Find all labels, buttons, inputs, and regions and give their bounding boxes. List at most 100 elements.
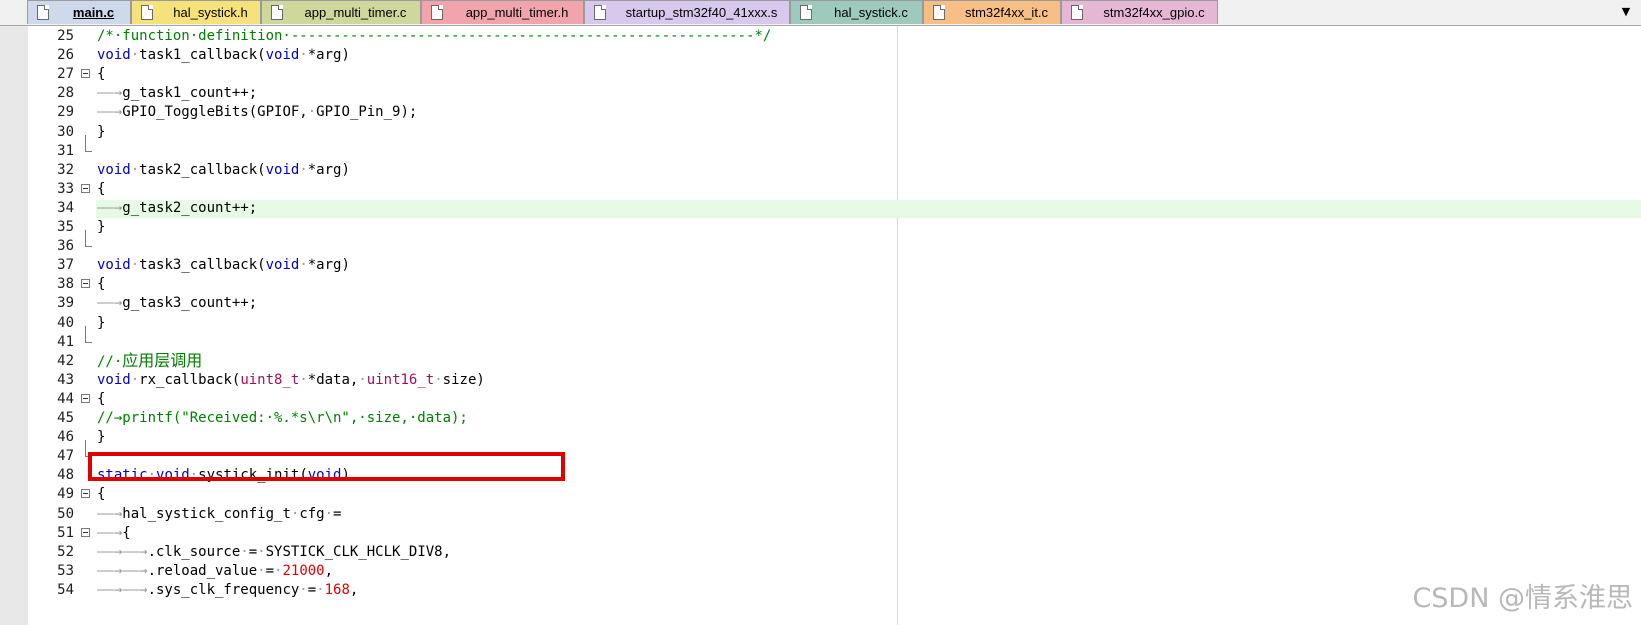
fold-toggle-icon[interactable] [81,69,90,79]
code-line[interactable]: 36 [0,230,1641,256]
line-number: 37 [57,257,74,274]
code-text[interactable]: void·rx_callback(uint8_t·*data,·uint16_t… [97,370,485,390]
tab-app-multi-timer-h[interactable]: app_multi_timer.h [421,0,584,24]
code-line[interactable]: 37 void·task3_callback(void·*arg) [0,255,1641,275]
code-line[interactable]: 40} [0,313,1641,333]
code-text[interactable]: } [97,427,105,447]
code-token: uint16_t [366,371,435,388]
code-text[interactable]: } [97,122,105,142]
code-token: 应用层调用 [122,350,203,370]
fold-toggle-icon[interactable] [81,183,90,193]
code-token: task2_callback( [139,161,266,178]
code-line[interactable]: 43 void·rx_callback(uint8_t·*data,·uint16… [0,370,1641,390]
code-text[interactable]: { [97,179,105,199]
code-token: { [97,180,106,197]
code-text[interactable]: { [97,484,105,504]
code-line[interactable]: 34 ——→g_task2_count++; [0,198,1641,218]
code-line[interactable]: 44 { [0,389,1641,409]
code-line[interactable]: 41 [0,325,1641,352]
code-text[interactable]: { [97,274,105,294]
tab-main-c[interactable]: main.c [27,0,131,24]
code-text[interactable]: ——→——→.clk_source·=·SYSTICK_CLK_HCLK_DIV… [97,542,451,562]
chevron-down-icon[interactable]: ▼ [1617,2,1635,20]
code-line[interactable]: 45 //→printf("Received:·%.*s\r\n",·size,·… [0,408,1641,428]
annotation-red-box [88,452,565,481]
line-number: 42 [57,352,74,369]
code-token: /*·function·definition·-----------------… [97,28,772,44]
code-text[interactable]: void·task1_callback(void·*arg) [97,45,350,65]
code-text[interactable]: /*·function·definition·-----------------… [97,26,771,46]
code-line[interactable]: 49 { [0,484,1641,504]
code-text[interactable]: ——→GPIO_ToggleBits(GPIOF,·GPIO_Pin_9); [97,102,417,122]
line-number: 52 [57,543,74,560]
code-line[interactable]: 50 ——→hal_systick_config_t·cfg·= [0,504,1641,524]
code-token: · [240,543,249,560]
code-text[interactable]: ——→g_task1_count++; [97,83,257,103]
code-text[interactable]: } [97,313,105,333]
code-line[interactable]: 29 ——→GPIO_ToggleBits(GPIOF,·GPIO_Pin_9); [0,102,1641,122]
code-line[interactable]: 31 [0,134,1641,161]
code-text[interactable]: void·task2_callback(void·*arg) [97,160,350,180]
code-text[interactable]: //→printf("Received:·%.*s\r\n",·size,·da… [97,408,468,428]
code-line[interactable]: 42 //·应用层调用 [0,351,1641,371]
line-number: 39 [57,295,74,312]
code-token: g_task1_count++; [122,85,258,102]
tab-startup-stm32f40-41xxx-s[interactable]: startup_stm32f40_41xxx.s [584,0,790,24]
code-token: GPIO_Pin_9); [316,104,418,121]
watermark: CSDN @情系淮思 [1412,583,1633,614]
code-token: task1_callback( [139,47,266,64]
tab-stm32f4xx-it-c[interactable]: stm32f4xx_it.c [923,0,1061,24]
code-line[interactable]: 28 ——→g_task1_count++; [0,83,1641,103]
code-line[interactable]: 46} [0,427,1641,447]
code-line[interactable]: 52 ——→——→.clk_source·=·SYSTICK_CLK_HCLK_D… [0,542,1641,562]
code-token: ——→ [97,295,123,312]
code-text[interactable]: ——→hal_systick_config_t·cfg·= [97,504,341,524]
code-text[interactable]: } [97,217,105,237]
code-token: } [97,123,106,140]
code-line[interactable]: 33 { [0,179,1641,199]
code-line[interactable]: 27 { [0,64,1641,84]
code-editor[interactable]: 25 /*·function·definition·---------------… [0,26,1641,625]
code-text[interactable]: { [97,389,105,409]
code-line[interactable]: 39 ——→g_task3_count++; [0,293,1641,313]
code-line[interactable]: 54 ——→——→.sys_clk_frequency·=·168, [0,580,1641,600]
code-line[interactable]: 32 void·task2_callback(void·*arg) [0,160,1641,180]
code-text[interactable]: ——→——→.reload_value·=·21000, [97,561,333,581]
code-text[interactable]: { [97,64,105,84]
file-icon [1071,5,1083,20]
code-token: · [130,47,140,64]
code-text[interactable]: //·应用层调用 [97,351,202,372]
code-text[interactable]: ——→g_task2_count++; [97,198,257,218]
fold-toggle-icon[interactable] [81,527,90,537]
fold-toggle-icon[interactable] [81,489,90,499]
tab-stm32f4xx-gpio-c[interactable]: stm32f4xx_gpio.c [1061,0,1218,24]
code-text[interactable]: ——→g_task3_count++; [97,293,257,313]
code-line[interactable]: 26 void·task1_callback(void·*arg) [0,45,1641,65]
tab-app-multi-timer-c[interactable]: app_multi_timer.c [261,0,421,24]
code-line[interactable]: 35} [0,217,1641,237]
line-number: 47 [57,448,74,465]
code-text[interactable]: void·task3_callback(void·*arg) [97,255,350,275]
code-token: *arg) [307,257,350,274]
tab-label: stm32f4xx_gpio.c [1103,5,1205,20]
line-number: 51 [57,524,74,541]
code-line[interactable]: 53 ——→——→.reload_value·=·21000, [0,561,1641,581]
code-token: } [97,314,106,331]
line-number: 48 [57,467,74,484]
code-token: · [257,562,266,579]
code-line[interactable]: 25 /*·function·definition·---------------… [0,26,1641,46]
code-text[interactable]: ——→——→.sys_clk_frequency·=·168, [97,580,358,600]
tab-hal-systick-h[interactable]: hal_systick.h [131,0,261,24]
code-token: void [97,257,131,274]
code-line[interactable]: 30} [0,122,1641,142]
code-line[interactable]: 38 { [0,274,1641,294]
line-number: 31 [57,142,74,159]
code-text[interactable]: ——→{ [97,523,131,543]
fold-toggle-icon[interactable] [81,393,90,403]
tab-label: main.c [72,5,115,20]
code-token: ——→ [97,505,123,522]
fold-toggle-icon[interactable] [81,279,90,289]
code-token: void [265,161,300,178]
tab-hal-systick-c[interactable]: hal_systick.c [790,0,923,24]
code-line[interactable]: 51 ——→{ [0,523,1641,543]
